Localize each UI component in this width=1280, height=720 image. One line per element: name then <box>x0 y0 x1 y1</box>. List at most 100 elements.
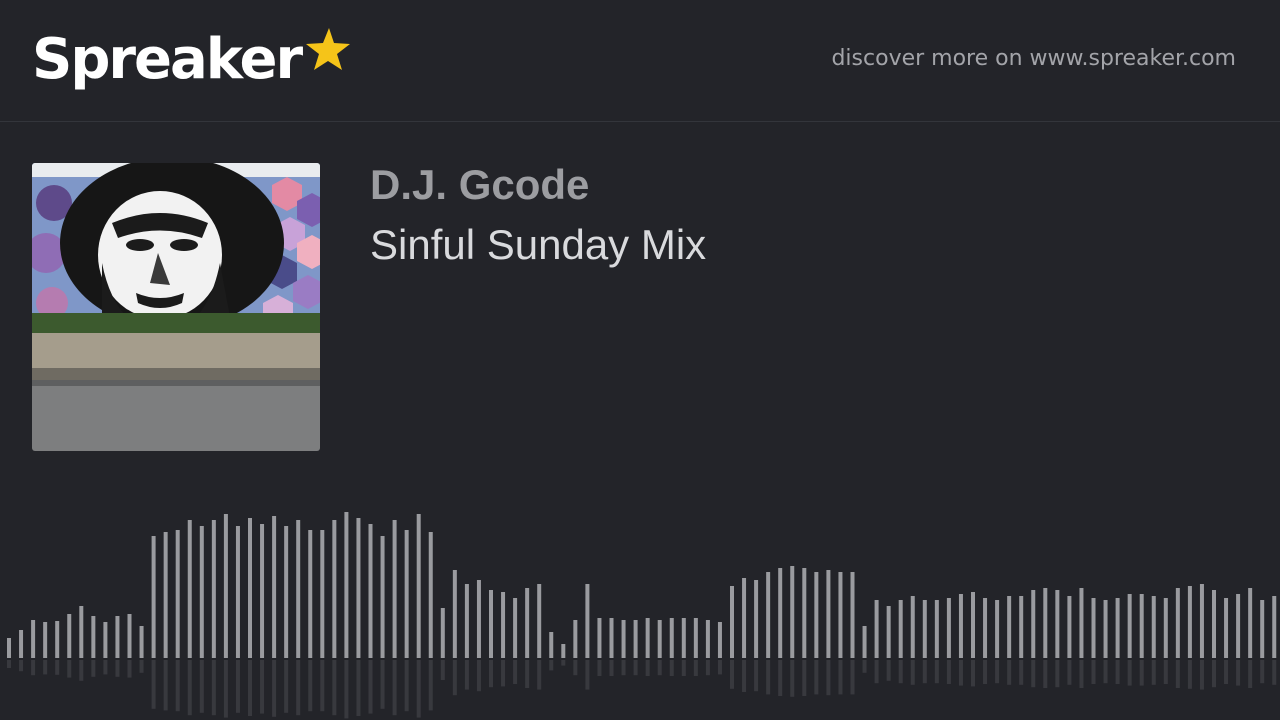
waveform-bar <box>1212 590 1216 658</box>
waveform-bar-reflection <box>802 660 807 696</box>
waveform-bar <box>284 526 289 658</box>
waveform-bar <box>67 614 72 658</box>
waveform-bar <box>1272 596 1277 658</box>
waveform-bar <box>127 614 132 658</box>
waveform-bar-reflection <box>838 660 843 695</box>
waveform-bar-reflection <box>561 660 566 666</box>
waveform-bar <box>1199 584 1204 658</box>
waveform-bar-reflection <box>79 660 84 681</box>
waveform-bar <box>971 592 975 658</box>
waveform-bar-reflection <box>1151 660 1156 685</box>
waveform-bar-reflection <box>308 660 313 712</box>
waveform-bar-reflection <box>489 660 493 688</box>
waveform-bar-reflection <box>211 660 216 716</box>
waveform-bar <box>199 526 204 658</box>
waveform-bar-reflection <box>874 660 879 684</box>
waveform-bar <box>730 586 734 658</box>
logo-text: Spreaker <box>32 27 303 92</box>
waveform-bar <box>260 524 265 658</box>
waveform-bar-reflection <box>332 660 337 716</box>
waveform-bar <box>1043 588 1048 658</box>
waveform-bar <box>115 616 120 658</box>
waveform-bar-reflection <box>344 660 349 719</box>
waveform-bar <box>1019 596 1024 658</box>
waveform-bar-reflection <box>368 660 373 714</box>
waveform-bar <box>211 520 216 658</box>
waveform-bar <box>380 536 385 658</box>
waveform-bar <box>778 568 783 658</box>
waveform-bar <box>501 592 506 658</box>
waveform-bar-reflection <box>151 660 156 709</box>
waveform-bar-reflection <box>115 660 120 677</box>
waveform-bar <box>175 530 180 658</box>
waveform-bar <box>657 620 662 658</box>
waveform-bar-reflection <box>826 660 831 696</box>
waveform-bar <box>633 620 638 658</box>
waveform-bar-reflection <box>476 660 481 692</box>
waveform-bar-reflection <box>621 660 626 676</box>
spreaker-logo[interactable]: Spreaker <box>32 24 351 96</box>
waveform-bar-reflection <box>464 660 469 690</box>
waveform-bar <box>561 644 566 658</box>
waveform-bar <box>428 532 433 658</box>
waveform-bar-reflection <box>681 660 686 676</box>
waveform-bar-reflection <box>1272 660 1277 685</box>
waveform-bar-reflection <box>886 660 891 681</box>
waveform-bar <box>1115 598 1120 658</box>
header-bar: Spreaker discover more on www.spreaker.c… <box>0 0 1280 122</box>
waveform-bar-reflection <box>223 660 228 718</box>
waveform-bar-reflection <box>1212 660 1216 688</box>
waveform-bar <box>1127 594 1132 658</box>
waveform-bar-reflection <box>1019 660 1024 685</box>
waveform-bar <box>151 536 156 658</box>
waveform-bar <box>489 590 493 658</box>
waveform-bar <box>958 594 963 658</box>
waveform-bar-reflection <box>983 660 988 684</box>
waveform-bar-reflection <box>1127 660 1132 686</box>
waveform-bar-reflection <box>754 660 759 692</box>
waveform-bar <box>235 526 240 658</box>
episode-title: Sinful Sunday Mix <box>370 221 707 268</box>
waveform-bar-reflection <box>1091 660 1096 684</box>
waveform-bar <box>1248 588 1253 658</box>
waveform-bar-reflection <box>1031 660 1036 688</box>
waveform-bar-reflection <box>922 660 927 684</box>
discover-link[interactable]: discover more on www.spreaker.com <box>831 46 1236 71</box>
waveform-bar-reflection <box>91 660 96 677</box>
waveform-bar <box>1091 598 1096 658</box>
waveform-bar-reflection <box>633 660 638 676</box>
waveform-bar <box>368 524 373 658</box>
waveform-bar-reflection <box>862 660 867 673</box>
waveform-bar-reflection <box>127 660 132 678</box>
artist-name: D.J. Gcode <box>370 161 590 208</box>
waveform-bar-reflection <box>525 660 530 688</box>
waveform-bar-reflection <box>452 660 457 696</box>
waveform-bar-reflection <box>898 660 903 684</box>
waveform-bar <box>163 532 168 658</box>
waveform-bar-reflection <box>549 660 554 671</box>
waveform-bar-reflection <box>1079 660 1084 688</box>
waveform-bar <box>717 622 722 658</box>
waveform-bar-reflection <box>657 660 662 676</box>
waveform-bar-reflection <box>1067 660 1072 685</box>
star-icon <box>303 26 351 79</box>
waveform-bar-reflection <box>1260 660 1265 684</box>
waveform-bar <box>103 622 108 658</box>
cover-art-image <box>32 163 320 451</box>
waveform-bar-reflection <box>19 660 24 672</box>
waveform-bar <box>91 616 96 658</box>
waveform-bar <box>1067 596 1072 658</box>
waveform-bar-reflection <box>705 660 710 676</box>
waveform-bar <box>320 530 325 658</box>
waveform-bar <box>549 632 554 658</box>
waveform-bar-reflection <box>272 660 277 717</box>
waveform-bar-reflection <box>440 660 445 680</box>
waveform-bar <box>621 620 626 658</box>
waveform-bar <box>742 578 747 658</box>
waveform-bar <box>344 512 349 658</box>
waveform-bar <box>55 621 60 658</box>
waveform-bar-reflection <box>284 660 289 713</box>
waveform-bar <box>392 520 397 658</box>
waveform-bar <box>1187 586 1192 658</box>
waveform-bar <box>850 572 855 658</box>
